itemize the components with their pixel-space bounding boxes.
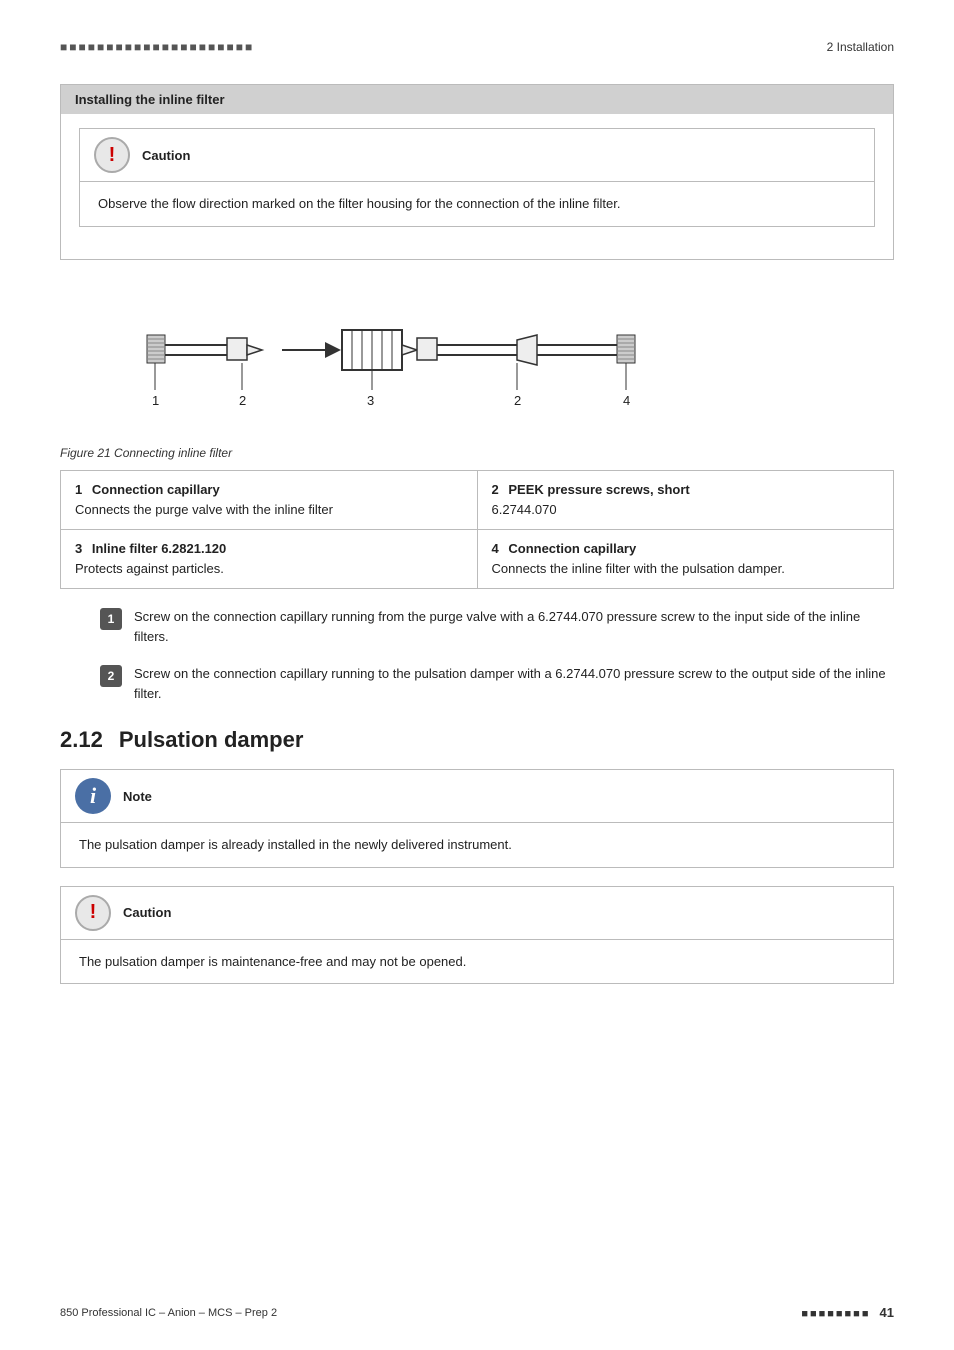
parts-table: 1 Connection capillary Connects the purg…: [60, 470, 894, 590]
pulsation-caution-icon: !: [75, 895, 111, 931]
header-dots: ■■■■■■■■■■■■■■■■■■■■■: [60, 40, 254, 54]
pulsation-caution-body: The pulsation damper is maintenance-free…: [61, 940, 893, 984]
part-3-desc: Protects against particles.: [75, 560, 463, 578]
step-2-num: 2: [100, 665, 122, 687]
note-label: Note: [123, 789, 152, 804]
part-1-desc: Connects the purge valve with the inline…: [75, 501, 463, 519]
steps-container: 1 Screw on the connection capillary runn…: [60, 607, 894, 703]
header: ■■■■■■■■■■■■■■■■■■■■■ 2 Installation: [60, 40, 894, 54]
footer-page: 41: [880, 1305, 894, 1320]
section-content: ! Caution Observe the flow direction mar…: [61, 114, 893, 259]
part-4-title: Connection capillary: [508, 541, 636, 556]
part-4-cell: 4 Connection capillary Connects the inli…: [477, 529, 894, 588]
part-1-cell: 1 Connection capillary Connects the purg…: [61, 470, 478, 529]
page: ■■■■■■■■■■■■■■■■■■■■■ 2 Installation Ins…: [0, 0, 954, 1350]
note-header: i Note: [61, 770, 893, 823]
svg-text:4: 4: [623, 393, 630, 408]
caution-icon: !: [94, 137, 130, 173]
svg-text:1: 1: [152, 393, 159, 408]
section-title: Installing the inline filter: [61, 85, 893, 114]
caution-box: ! Caution Observe the flow direction mar…: [79, 128, 875, 227]
caution-label: Caution: [142, 148, 190, 163]
figure-svg: 1 2 3 2 4: [127, 280, 827, 440]
part-4-desc: Connects the inline filter with the puls…: [492, 560, 880, 578]
part-3-title: Inline filter 6.2821.120: [92, 541, 226, 556]
part-3-cell: 3 Inline filter 6.2821.120 Protects agai…: [61, 529, 478, 588]
step-1-text: Screw on the connection capillary runnin…: [134, 607, 894, 646]
pulsation-caution-label: Caution: [123, 905, 171, 920]
note-icon: i: [75, 778, 111, 814]
step-1-num: 1: [100, 608, 122, 630]
installing-inline-filter-box: Installing the inline filter ! Caution O…: [60, 84, 894, 260]
caution-body: Observe the flow direction marked on the…: [80, 182, 874, 226]
part-2-desc: 6.2744.070: [492, 501, 880, 519]
footer-product: 850 Professional IC – Anion – MCS – Prep…: [60, 1307, 277, 1319]
step-2: 2 Screw on the connection capillary runn…: [100, 664, 894, 703]
svg-text:3: 3: [367, 393, 374, 408]
footer-dots: ■■■■■■■■: [801, 1308, 870, 1320]
pulsation-caution-box: ! Caution The pulsation damper is mainte…: [60, 886, 894, 985]
note-box: i Note The pulsation damper is already i…: [60, 769, 894, 868]
header-chapter: 2 Installation: [827, 40, 894, 54]
footer: 850 Professional IC – Anion – MCS – Prep…: [60, 1305, 894, 1320]
figure-caption: Figure 21 Connecting inline filter: [60, 446, 232, 460]
part-4-num: 4: [492, 540, 499, 558]
svg-text:2: 2: [239, 393, 246, 408]
figure-svg-container: 1 2 3 2 4: [60, 280, 894, 440]
pulsation-damper-heading: 2.12 Pulsation damper: [60, 727, 894, 753]
section-title-text: Pulsation damper: [119, 727, 304, 753]
pulsation-caution-header: ! Caution: [61, 887, 893, 940]
part-2-cell: 2 PEEK pressure screws, short 6.2744.070: [477, 470, 894, 529]
step-2-text: Screw on the connection capillary runnin…: [134, 664, 894, 703]
part-3-num: 3: [75, 540, 82, 558]
part-1-title: Connection capillary: [92, 482, 220, 497]
svg-text:2: 2: [514, 393, 521, 408]
caution-header: ! Caution: [80, 129, 874, 182]
part-1-num: 1: [75, 481, 82, 499]
note-body: The pulsation damper is already installe…: [61, 823, 893, 867]
part-2-num: 2: [492, 481, 499, 499]
section-number: 2.12: [60, 727, 103, 753]
step-1: 1 Screw on the connection capillary runn…: [100, 607, 894, 646]
figure-area: 1 2 3 2 4 Figure 21 Connecting inline fi…: [60, 280, 894, 460]
part-2-title: PEEK pressure screws, short: [508, 482, 689, 497]
